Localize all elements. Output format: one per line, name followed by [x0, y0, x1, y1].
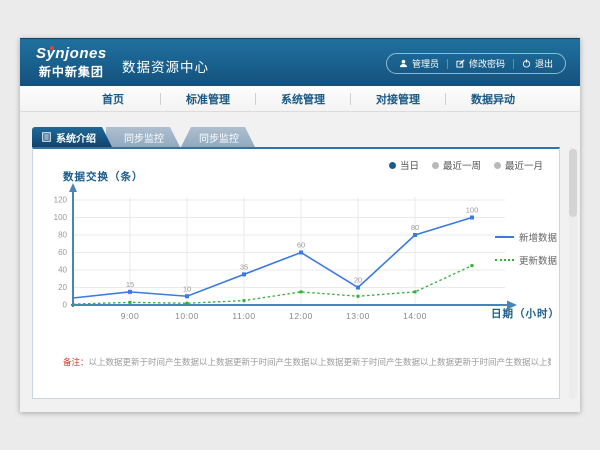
- radio-dot: [432, 162, 439, 169]
- page-title: 数据资源中心: [122, 56, 209, 76]
- header: Synjones 新中新集团 数据资源中心 管理员 修改密码: [20, 38, 580, 86]
- tab-system-intro[interactable]: 系统介绍: [32, 127, 112, 147]
- svg-text:15: 15: [126, 280, 134, 289]
- user-actions-pill: 管理员 修改密码 退出: [386, 53, 566, 74]
- main-nav: 首页 标准管理 系统管理 对接管理 数据异动: [20, 86, 580, 112]
- change-password-button[interactable]: 修改密码: [448, 57, 513, 70]
- footnote: 备注：以上数据更新于时间产生数据以上数据更新于时间产生数据以上数据更新于时间产生…: [63, 356, 551, 368]
- nav-item-system[interactable]: 系统管理: [256, 91, 350, 107]
- svg-text:80: 80: [411, 223, 419, 232]
- radio-label: 最近一周: [443, 158, 481, 172]
- radio-label: 当日: [400, 158, 419, 172]
- document-icon: [42, 132, 51, 142]
- brand-logo: Synjones 新中新集团: [36, 45, 107, 80]
- svg-text:9:00: 9:00: [121, 311, 140, 321]
- svg-text:100: 100: [54, 213, 68, 222]
- scrollbar-thumb[interactable]: [569, 149, 577, 217]
- radio-last-month[interactable]: 最近一月: [494, 158, 543, 172]
- svg-text:100: 100: [466, 206, 479, 215]
- tab-label: 系统介绍: [56, 130, 96, 145]
- svg-text:11:00: 11:00: [232, 311, 255, 321]
- svg-text:0: 0: [63, 301, 68, 310]
- tab-sync-monitor-1[interactable]: 同步监控: [106, 127, 180, 147]
- change-password-label: 修改密码: [469, 57, 505, 70]
- radio-label: 最近一月: [505, 158, 543, 172]
- radio-last-week[interactable]: 最近一周: [432, 158, 481, 172]
- power-icon: [522, 59, 531, 68]
- legend-label: 更新数据: [519, 253, 557, 267]
- svg-text:80: 80: [58, 231, 67, 240]
- svg-text:40: 40: [58, 266, 67, 275]
- nav-item-home[interactable]: 首页: [66, 91, 160, 107]
- radio-dot: [494, 162, 501, 169]
- tab-bar: 系统介绍 同步监控 同步监控: [32, 127, 255, 147]
- footnote-text: 以上数据更新于时间产生数据以上数据更新于时间产生数据以上数据更新于时间产生数据以…: [89, 357, 551, 367]
- svg-text:120: 120: [54, 196, 68, 205]
- svg-text:10:00: 10:00: [175, 311, 199, 321]
- svg-text:35: 35: [240, 262, 248, 271]
- content-area: 系统介绍 同步监控 同步监控 当日 最近一周: [20, 112, 580, 412]
- footnote-prefix: 备注：: [63, 357, 89, 367]
- nav-item-docking[interactable]: 对接管理: [351, 91, 445, 107]
- svg-text:10: 10: [183, 284, 191, 293]
- tab-label: 同步监控: [124, 130, 164, 145]
- logout-button[interactable]: 退出: [514, 57, 561, 70]
- user-label: 管理员: [412, 57, 439, 70]
- svg-text:13:00: 13:00: [346, 311, 370, 321]
- x-axis-title: 日期（小时）: [491, 306, 559, 321]
- svg-text:12:00: 12:00: [289, 311, 313, 321]
- logo-wordmark: Synjones: [36, 45, 107, 62]
- user-button[interactable]: 管理员: [391, 57, 447, 70]
- brand-logo-subtitle: 新中新集团: [36, 63, 107, 80]
- nav-item-standards[interactable]: 标准管理: [161, 91, 255, 107]
- chart-panel: 当日 最近一周 最近一月 数据交换（条） 0204060801001209:00…: [32, 147, 560, 399]
- logout-label: 退出: [535, 57, 553, 70]
- edit-icon: [456, 59, 465, 68]
- svg-text:20: 20: [58, 283, 67, 292]
- brand-logo-text: Synjones: [36, 45, 107, 62]
- chart-legend: 新增数据 更新数据: [495, 230, 557, 267]
- legend-item: 更新数据: [495, 253, 557, 267]
- legend-item: 新增数据: [495, 230, 557, 244]
- nav-item-data-change[interactable]: 数据异动: [446, 91, 540, 107]
- svg-text:60: 60: [297, 241, 305, 250]
- legend-label: 新增数据: [519, 230, 557, 244]
- person-icon: [399, 59, 408, 68]
- radio-dot: [389, 162, 396, 169]
- time-filter-group: 当日 最近一周 最近一月: [389, 158, 543, 172]
- svg-text:14:00: 14:00: [403, 311, 427, 321]
- legend-line-sample: [495, 236, 514, 238]
- tab-label: 同步监控: [199, 130, 239, 145]
- legend-line-sample: [495, 259, 514, 261]
- radio-today[interactable]: 当日: [389, 158, 419, 172]
- app-window: Synjones 新中新集团 数据资源中心 管理员 修改密码: [20, 38, 580, 412]
- tab-sync-monitor-2[interactable]: 同步监控: [181, 127, 255, 147]
- svg-text:20: 20: [354, 276, 362, 285]
- svg-text:60: 60: [58, 248, 67, 257]
- line-chart: 0 20 40 60 80 100 120 9:00 10:00 11:00 12:00 13:00 1…: [43, 179, 543, 329]
- logo-accent-dot: [50, 46, 54, 50]
- scrollbar[interactable]: [569, 147, 577, 399]
